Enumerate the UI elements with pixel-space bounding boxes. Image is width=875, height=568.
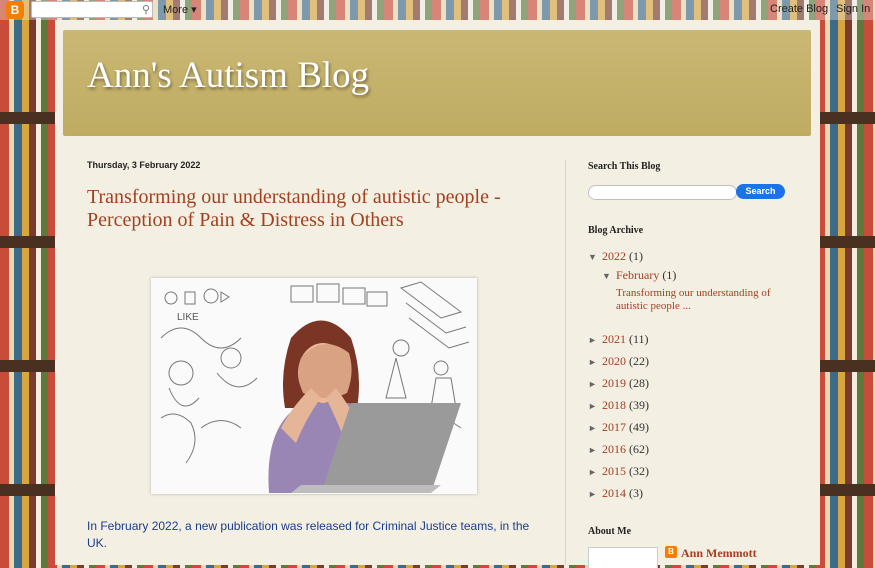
triangle-down-icon[interactable]: ▼ [588,252,602,262]
search-widget-title: Search This Blog [588,161,661,172]
triangle-right-icon[interactable]: ► [588,401,602,411]
post-image: LIKE [151,278,477,494]
triangle-right-icon[interactable]: ► [588,445,602,455]
blogger-logo-icon[interactable]: B [6,1,24,19]
sketch-like-text: LIKE [177,312,199,323]
archive-year-2018[interactable]: ► 2018 (39) [588,398,649,413]
post-body: In February 2022, a new publication was … [87,519,530,550]
archive-month-february[interactable]: ▼ February (1) [602,268,676,283]
blog-search-input[interactable] [588,185,737,200]
blog-title[interactable]: Ann's Autism Blog [87,54,369,97]
more-menu-button[interactable]: More ▾ [163,3,197,16]
create-blog-link[interactable]: Create Blog [770,3,828,15]
navbar-search-input[interactable]: ⚲ [31,1,153,18]
triangle-right-icon[interactable]: ► [588,335,602,345]
search-icon[interactable]: ⚲ [142,3,150,16]
triangle-right-icon[interactable]: ► [588,357,602,367]
search-button[interactable]: Search [736,184,785,199]
distressed-woman-illustration: LIKE [151,278,477,494]
archive-year-2017[interactable]: ► 2017 (49) [588,420,649,435]
profile-name-link[interactable]: Ann Memmott [681,546,757,561]
archive-year-2020[interactable]: ► 2020 (22) [588,354,649,369]
archive-year-2022[interactable]: ▼ 2022 (1) [588,249,643,264]
archive-year-2014[interactable]: ► 2014 (3) [588,486,643,501]
triangle-right-icon[interactable]: ► [588,379,602,389]
triangle-down-icon[interactable]: ▼ [602,271,616,281]
archive-year-2019[interactable]: ► 2019 (28) [588,376,649,391]
triangle-right-icon[interactable]: ► [588,467,602,477]
archive-widget-title: Blog Archive [588,225,644,236]
post-date: Thursday, 3 February 2022 [87,160,201,170]
blogger-navbar: B ⚲ More ▾ Create Blog Sign In [0,0,875,20]
post-title[interactable]: Transforming our understanding of autist… [87,186,557,232]
sidebar-divider [565,160,566,565]
archive-year-2016[interactable]: ► 2016 (62) [588,442,649,457]
archive-year-2021[interactable]: ► 2021 (11) [588,332,649,347]
triangle-right-icon[interactable]: ► [588,489,602,499]
about-me-widget-title: About Me [588,526,632,537]
triangle-right-icon[interactable]: ► [588,423,602,433]
blog-page: Ann's Autism Blog Thursday, 3 February 2… [55,20,820,568]
archive-year-2015[interactable]: ► 2015 (32) [588,464,649,479]
archive-post-link[interactable]: Transforming our understanding of autist… [616,287,786,313]
blog-header: Ann's Autism Blog [63,30,811,136]
sign-in-link[interactable]: Sign In [836,3,870,15]
blogger-profile-icon: B [665,546,677,558]
chevron-down-icon: ▾ [191,4,197,16]
